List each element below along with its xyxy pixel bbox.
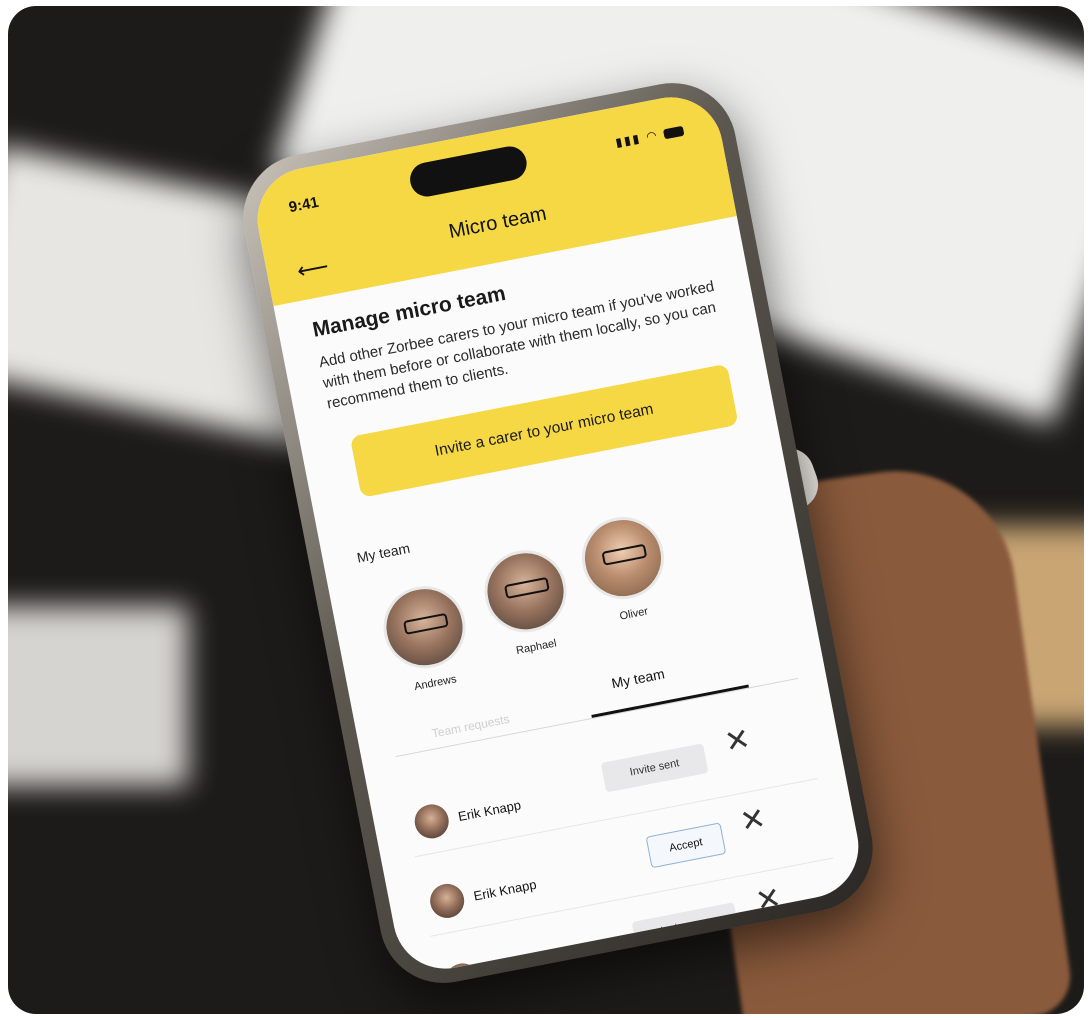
team-member-raphael[interactable]: Raphael (477, 543, 577, 661)
avatar (411, 801, 452, 842)
status-icons: ▮▮▮ ◠ (614, 123, 685, 150)
member-name: Erik Knapp (456, 797, 523, 825)
member-name: Erik Knapp (472, 876, 538, 904)
team-member-andrews[interactable]: Andrews (376, 579, 476, 697)
dynamic-island (407, 143, 530, 200)
team-member-name: Raphael (515, 637, 558, 658)
close-icon[interactable]: ✕ (722, 722, 753, 759)
avatar (574, 509, 672, 607)
team-member-name: Oliver (618, 605, 650, 623)
avatar (477, 543, 574, 640)
tab-my-team[interactable]: My team (610, 665, 666, 691)
team-member-name: Andrews (413, 673, 458, 694)
invite-sent-button[interactable]: Invite sent (600, 743, 709, 793)
team-member-oliver[interactable]: Oliver (574, 509, 675, 628)
close-icon[interactable]: ✕ (738, 802, 769, 839)
accept-button[interactable]: Accept (645, 822, 727, 869)
background-dark-band (8, 606, 188, 786)
battery-icon (662, 125, 685, 140)
status-time: 9:41 (287, 193, 321, 217)
wifi-icon: ◠ (644, 127, 660, 144)
avatar (427, 880, 468, 921)
avatar (376, 579, 473, 676)
signal-icon: ▮▮▮ (614, 131, 643, 150)
photo-background: 9:41 ▮▮▮ ◠ ⟵ Micro team Manage micro tea… (8, 6, 1084, 1014)
